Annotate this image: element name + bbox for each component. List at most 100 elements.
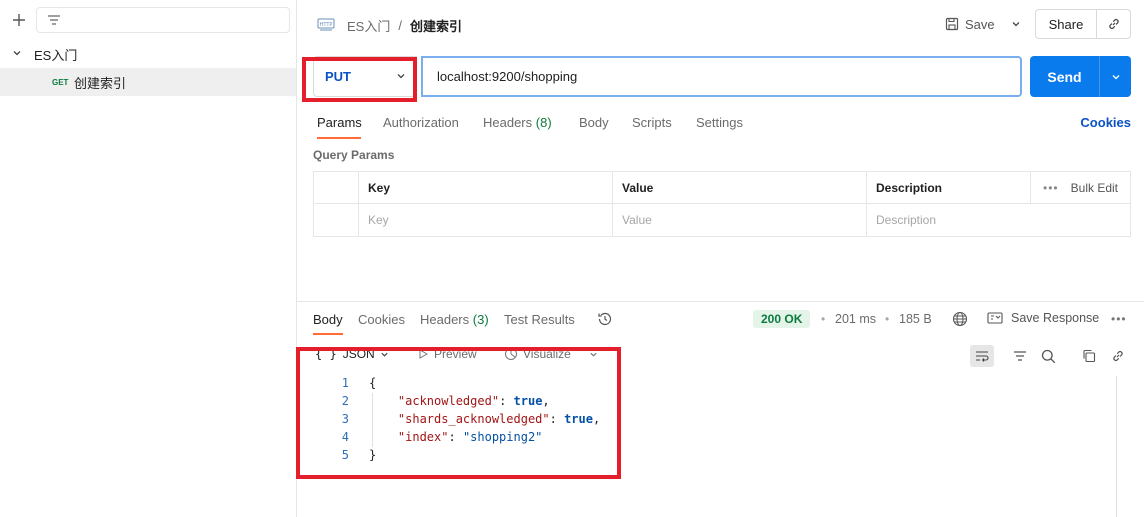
- code-text: }: [369, 448, 377, 462]
- copy-link-button[interactable]: [1096, 10, 1130, 38]
- code-line: 2 "acknowledged": true,: [297, 394, 1117, 412]
- editor-scrollbar[interactable]: [1116, 376, 1117, 517]
- save-button[interactable]: Save: [937, 9, 1003, 39]
- chevron-down-icon: [1012, 22, 1020, 27]
- response-tab-cookies[interactable]: Cookies: [358, 312, 405, 327]
- send-button[interactable]: Send: [1030, 56, 1099, 97]
- url-input[interactable]: [421, 56, 1022, 97]
- filter-icon: [48, 15, 60, 25]
- separator-dot: •: [885, 312, 890, 326]
- braces-icon: { }: [315, 347, 337, 361]
- response-tab-headers-count: (3): [472, 312, 489, 327]
- tab-headers-count: (8): [535, 115, 552, 130]
- wrap-lines-icon: [976, 351, 989, 362]
- filter-icon: [1014, 351, 1026, 361]
- save-group: Save: [937, 9, 1029, 39]
- svg-text:HTTP: HTTP: [320, 22, 333, 28]
- tab-authorization[interactable]: Authorization: [383, 115, 459, 130]
- save-dropdown-button[interactable]: [1003, 9, 1029, 39]
- save-response-label: Save Response: [1011, 311, 1100, 325]
- filter-button[interactable]: [1010, 347, 1030, 365]
- active-tab-indicator: [313, 333, 343, 335]
- sidebar-filter-input[interactable]: [36, 7, 290, 33]
- line-number: 5: [341, 448, 349, 462]
- response-tab-headers-label: Headers: [420, 312, 470, 327]
- chevron-down-icon: [381, 352, 388, 357]
- request-method-badge: GET: [52, 77, 69, 87]
- bulk-edit-button[interactable]: ••• Bulk Edit: [1043, 172, 1118, 204]
- tab-params[interactable]: Params: [317, 115, 362, 130]
- format-select[interactable]: { } JSON: [315, 347, 389, 361]
- indent-guide: [372, 393, 373, 447]
- status-badge[interactable]: 200 OK: [753, 310, 811, 328]
- response-tab-body[interactable]: Body: [313, 312, 343, 327]
- breadcrumb: ES入门 / 创建索引: [347, 16, 462, 35]
- send-group: Send: [1030, 56, 1131, 97]
- cookies-link[interactable]: Cookies: [1080, 115, 1131, 130]
- new-item-button[interactable]: [10, 11, 28, 29]
- response-body-editor[interactable]: 1 { 2 "acknowledged": true, 3 "shards_ac…: [297, 376, 1117, 466]
- sidebar-toolbar: [0, 0, 296, 40]
- line-number: 2: [341, 394, 349, 408]
- tab-headers-label: Headers: [483, 115, 533, 130]
- history-icon[interactable]: [597, 311, 613, 327]
- response-time[interactable]: 201 ms: [835, 312, 876, 326]
- preview-button[interactable]: Preview: [417, 347, 477, 361]
- table-row: Key Value Description: [314, 204, 1130, 236]
- response-tab-test-results[interactable]: Test Results: [504, 312, 575, 327]
- response-tab-headers[interactable]: Headers (3): [420, 312, 489, 327]
- link-button[interactable]: [1108, 347, 1128, 365]
- sidebar-request-item[interactable]: GET 创建索引: [0, 68, 296, 96]
- separator-dot: •: [821, 312, 826, 326]
- wrap-lines-button[interactable]: [970, 345, 994, 367]
- tab-body[interactable]: Body: [579, 115, 609, 130]
- plus-icon: [13, 14, 25, 26]
- chevron-down-icon: [590, 352, 597, 357]
- code-line: 1 {: [297, 376, 1117, 394]
- format-value: JSON: [342, 347, 375, 361]
- breadcrumb-separator: /: [398, 18, 402, 33]
- more-horizontal-icon[interactable]: •••: [1111, 312, 1127, 326]
- share-button[interactable]: Share: [1036, 17, 1096, 32]
- copy-button[interactable]: [1079, 347, 1099, 365]
- save-response-icon: [987, 312, 1003, 324]
- param-value-input[interactable]: Value: [612, 204, 866, 236]
- http-icon: HTTP: [317, 18, 335, 31]
- column-header-value: Value: [612, 172, 866, 204]
- response-panel: Body Cookies Headers (3) Test Results 20…: [297, 301, 1144, 517]
- chevron-down-icon: [12, 48, 26, 61]
- main-panel: HTTP ES入门 / 创建索引 Save Share PUT localhos…: [297, 0, 1144, 517]
- save-response-button[interactable]: Save Response: [987, 311, 1099, 325]
- link-icon: [1108, 19, 1119, 29]
- code-line: 3 "shards_acknowledged": true,: [297, 412, 1117, 430]
- column-header-description: Description: [866, 172, 1030, 204]
- chevron-down-icon: [397, 74, 405, 79]
- link-icon: [1113, 351, 1123, 361]
- breadcrumb-parent[interactable]: ES入门: [347, 16, 390, 35]
- visualize-button[interactable]: Visualize: [504, 347, 598, 361]
- tab-scripts[interactable]: Scripts: [632, 115, 672, 130]
- globe-icon[interactable]: [952, 311, 968, 327]
- query-params-table: Key Value Description ••• Bulk Edit Key …: [313, 171, 1131, 237]
- visualize-label: Visualize: [523, 347, 571, 361]
- code-line: 4 "index": "shopping2": [297, 430, 1117, 448]
- query-params-title: Query Params: [313, 148, 395, 162]
- param-description-input[interactable]: Description: [866, 204, 1130, 236]
- send-dropdown-button[interactable]: [1099, 56, 1131, 97]
- method-select[interactable]: PUT: [313, 56, 417, 97]
- search-button[interactable]: [1038, 347, 1058, 365]
- active-tab-indicator: [317, 137, 361, 139]
- code-text: "index": "shopping2": [397, 430, 543, 444]
- code-text: {: [369, 376, 377, 390]
- breadcrumb-current[interactable]: 创建索引: [410, 16, 462, 35]
- search-icon: [1041, 349, 1055, 363]
- response-size[interactable]: 185 B: [899, 312, 932, 326]
- save-label: Save: [965, 16, 995, 32]
- request-tabs: Params Authorization Headers (8) Body Sc…: [313, 112, 1131, 140]
- sidebar-collection[interactable]: ES入门: [0, 40, 296, 68]
- copy-icon: [1083, 349, 1096, 363]
- tab-headers[interactable]: Headers (8): [483, 115, 552, 130]
- tab-settings[interactable]: Settings: [696, 115, 743, 130]
- code-text: "acknowledged": true,: [397, 394, 550, 408]
- param-key-input[interactable]: Key: [358, 204, 612, 236]
